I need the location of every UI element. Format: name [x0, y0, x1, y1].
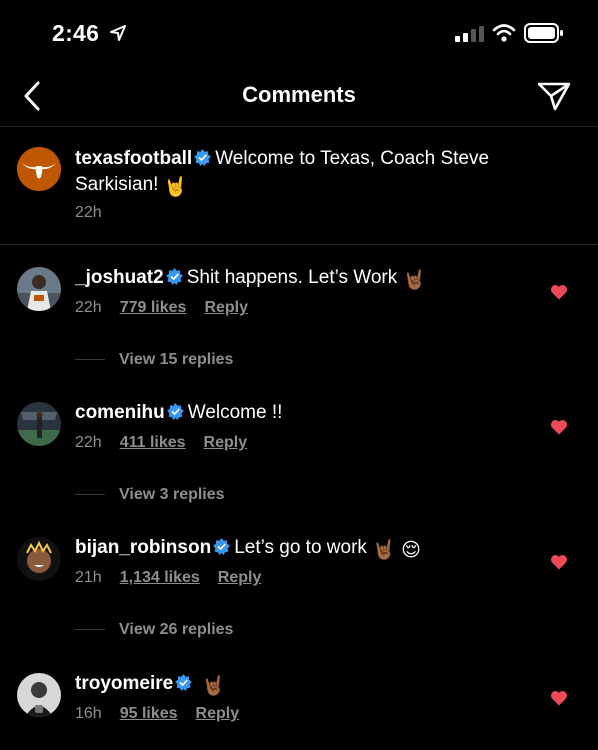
username[interactable]: bijan_robinson — [75, 537, 211, 558]
username[interactable]: texasfootball — [75, 148, 192, 169]
comment-meta: 21h 1,134 likes Reply — [75, 569, 261, 587]
status-time: 2:46 — [52, 20, 100, 46]
emoji: 🤘🏾 — [201, 676, 226, 697]
nav-bar: Comments — [0, 66, 598, 127]
username[interactable]: troyomeire — [75, 673, 173, 694]
avatar[interactable] — [17, 673, 61, 717]
caption: texasfootball Welcome to Texas, Coach Ste… — [0, 127, 598, 245]
comment-text: _joshuat2 Shit happens. Let’s Work 🤘🏾 — [75, 266, 426, 293]
comment-text: comenihu Welcome !! — [75, 401, 282, 427]
view-replies-label: View 26 replies — [119, 621, 234, 638]
avatar-photo — [17, 537, 61, 581]
timestamp: 22h — [75, 434, 102, 451]
timestamp: 22h — [75, 204, 102, 221]
heart-icon[interactable] — [550, 419, 568, 435]
heart-icon[interactable] — [550, 554, 568, 570]
comment-text: bijan_robinson Let’s go to work 🤘🏾 😌 — [75, 536, 421, 563]
heart-icon[interactable] — [550, 690, 568, 706]
reply-button[interactable]: Reply — [218, 569, 262, 586]
verified-badge-icon — [213, 538, 231, 562]
battery-icon — [524, 23, 563, 43]
view-replies-label: View 3 replies — [119, 486, 225, 503]
page-title: Comments — [242, 82, 356, 107]
likes-count[interactable]: 95 likes — [120, 705, 178, 722]
verified-badge-icon — [166, 403, 184, 427]
comment-text: troyomeire 🤘🏾 — [75, 672, 225, 699]
comment-body: Let’s go to work — [234, 537, 367, 558]
timestamp: 21h — [75, 569, 102, 586]
status-bar: 2:46 — [0, 0, 598, 66]
username[interactable]: comenihu — [75, 402, 165, 423]
verified-badge-icon — [165, 268, 183, 292]
comment-meta: 16h 95 likes Reply — [75, 705, 239, 723]
signal-icon — [455, 26, 484, 42]
view-replies-button[interactable]: View 26 replies — [75, 621, 233, 639]
replies-divider — [75, 494, 105, 496]
view-replies-button[interactable]: View 3 replies — [75, 486, 225, 504]
wifi-icon — [492, 24, 516, 42]
verified-badge-icon — [175, 674, 193, 698]
view-replies-button[interactable]: View 15 replies — [75, 351, 233, 369]
reply-button[interactable]: Reply — [204, 434, 248, 451]
caption-text: texasfootball Welcome to Texas, Coach Ste… — [75, 147, 575, 200]
timestamp: 16h — [75, 705, 102, 722]
emoji: 🤘🏾 — [402, 270, 427, 291]
avatar[interactable] — [17, 267, 61, 311]
send-icon[interactable] — [536, 80, 572, 112]
likes-count[interactable]: 411 likes — [120, 434, 186, 451]
avatar[interactable] — [17, 402, 61, 446]
view-replies-label: View 15 replies — [119, 351, 234, 368]
location-arrow-icon — [110, 25, 126, 41]
comment-meta: 22h 411 likes Reply — [75, 434, 247, 452]
avatar-photo — [17, 402, 61, 446]
emoji: 🤘🏾 😌 — [372, 540, 421, 561]
replies-divider — [75, 629, 105, 631]
timestamp: 22h — [75, 299, 102, 316]
likes-count[interactable]: 1,134 likes — [120, 569, 200, 586]
username[interactable]: _joshuat2 — [75, 267, 164, 288]
avatar[interactable] — [17, 537, 61, 581]
verified-badge-icon — [194, 149, 212, 173]
avatar-photo — [17, 267, 61, 311]
longhorn-logo-icon — [17, 147, 61, 191]
comment-body: Shit happens. Let’s Work — [186, 267, 398, 288]
reply-button[interactable]: Reply — [204, 299, 248, 316]
comment-meta: 22h 779 likes Reply — [75, 299, 248, 317]
avatar[interactable] — [17, 147, 61, 191]
replies-divider — [75, 359, 105, 361]
reply-button[interactable]: Reply — [196, 705, 240, 722]
comment-body: Welcome !! — [187, 402, 283, 423]
likes-count[interactable]: 779 likes — [120, 299, 187, 316]
heart-icon[interactable] — [550, 284, 568, 300]
emoji: 🤘 — [163, 177, 188, 198]
avatar-photo — [17, 673, 61, 717]
